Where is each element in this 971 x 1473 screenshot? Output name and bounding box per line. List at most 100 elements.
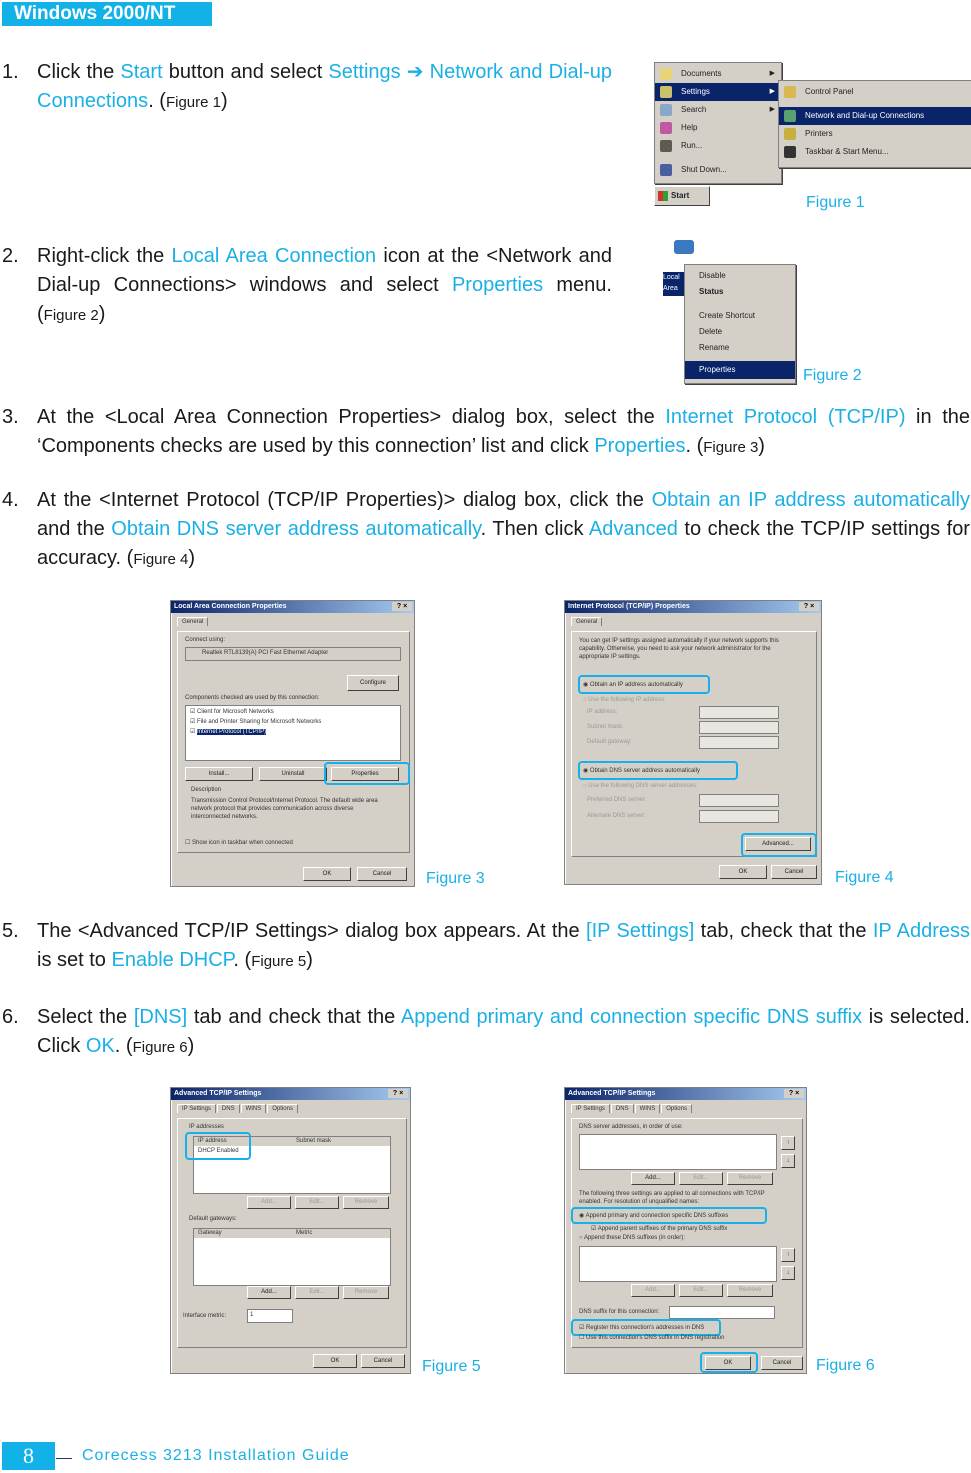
remove-dns-button[interactable]: Remove bbox=[727, 1172, 773, 1185]
windows-logo-icon bbox=[658, 191, 668, 201]
network-icon bbox=[784, 110, 796, 122]
start-button[interactable]: Start bbox=[654, 186, 710, 206]
preferred-dns-field[interactable] bbox=[699, 794, 779, 807]
menu-item-rename[interactable]: Rename bbox=[685, 339, 795, 357]
tab-ip-settings[interactable]: IP Settings bbox=[571, 1104, 610, 1113]
help-close-icon[interactable]: ? × bbox=[784, 1089, 804, 1098]
menu-item-help[interactable]: Help bbox=[655, 119, 781, 137]
figure-2-label: Figure 2 bbox=[803, 367, 862, 384]
dialog-title-bar: Advanced TCP/IP Settings? × bbox=[565, 1088, 806, 1100]
tab-general[interactable]: General bbox=[177, 617, 209, 626]
ok-button[interactable]: OK bbox=[303, 867, 351, 881]
dns-suffix-list[interactable] bbox=[579, 1246, 777, 1282]
highlighted-term: Internet Protocol (TCP/IP) bbox=[665, 406, 906, 428]
dns-list-label: DNS server addresses, in order of use: bbox=[579, 1124, 683, 1130]
folder-icon bbox=[660, 68, 672, 80]
move-up-button[interactable]: ↑ bbox=[781, 1136, 795, 1150]
tab-ip-settings[interactable]: IP Settings bbox=[177, 1104, 216, 1113]
step-text: Select the [DNS] tab and check that the … bbox=[37, 1003, 970, 1062]
edit-suffix-button[interactable]: Edit... bbox=[679, 1284, 723, 1297]
dns-suffix-field[interactable] bbox=[669, 1306, 775, 1319]
highlighted-term: Properties bbox=[451, 274, 544, 296]
edit-gateway-button[interactable]: Edit... bbox=[295, 1286, 339, 1299]
alternate-dns-field[interactable] bbox=[699, 810, 779, 823]
remove-ip-button[interactable]: Remove bbox=[343, 1196, 389, 1209]
gateway-field[interactable] bbox=[699, 736, 779, 749]
description-label: Description bbox=[191, 787, 222, 793]
move-up-suffix-button[interactable]: ↑ bbox=[781, 1248, 795, 1262]
use-dns-radio[interactable]: ○ Use the following DNS server addresses… bbox=[583, 783, 698, 789]
edit-ip-button[interactable]: Edit... bbox=[295, 1196, 339, 1209]
gateway-label: Default gateway: bbox=[587, 739, 632, 745]
highlighted-term: IP Address bbox=[872, 920, 970, 942]
menu-item-printers[interactable]: Printers bbox=[779, 125, 971, 143]
tab-wins[interactable]: WINS bbox=[634, 1104, 661, 1113]
add-dns-button[interactable]: Add... bbox=[631, 1172, 675, 1185]
dialog-title-bar: Advanced TCP/IP Settings? × bbox=[171, 1088, 410, 1100]
append-parent-checkbox[interactable]: ☑ Append parent suffixes of the primary … bbox=[591, 1225, 727, 1232]
local-area-connection-label[interactable]: Local Area Connection bbox=[663, 272, 685, 296]
edit-dns-button[interactable]: Edit... bbox=[679, 1172, 723, 1185]
components-list[interactable]: ☑ Client for Microsoft Networks ☑ File a… bbox=[185, 705, 401, 761]
menu-item-run[interactable]: Run... bbox=[655, 137, 781, 155]
help-close-icon[interactable]: ? × bbox=[392, 602, 412, 611]
install-button[interactable]: Install... bbox=[185, 767, 253, 781]
cancel-button[interactable]: Cancel bbox=[361, 1354, 405, 1368]
tab-wins[interactable]: WINS bbox=[240, 1104, 267, 1113]
shutdown-icon bbox=[660, 164, 672, 176]
ok-button[interactable]: OK bbox=[719, 865, 767, 879]
menu-item-taskbar[interactable]: Taskbar & Start Menu... bbox=[779, 143, 971, 161]
help-close-icon[interactable]: ? × bbox=[799, 602, 819, 611]
use-suffix-checkbox[interactable]: ☐ Use this connection's DNS suffix in DN… bbox=[579, 1334, 724, 1341]
component-item-selected[interactable]: ☑ Internet Protocol (TCP/IP) bbox=[190, 728, 267, 735]
add-suffix-button[interactable]: Add... bbox=[631, 1284, 675, 1297]
cancel-button[interactable]: Cancel bbox=[357, 867, 407, 881]
add-gateway-button[interactable]: Add... bbox=[247, 1286, 291, 1299]
figure-2: Local Area Connection Disable Status Cre… bbox=[660, 236, 800, 386]
step-text-segment: Select the bbox=[37, 1006, 134, 1028]
subnet-mask-field[interactable] bbox=[699, 721, 779, 734]
tab-options[interactable]: Options bbox=[661, 1104, 692, 1113]
highlighted-term: Enable DHCP bbox=[111, 949, 234, 971]
search-icon bbox=[660, 104, 672, 116]
settings-submenu: Control Panel Network and Dial-up Connec… bbox=[778, 80, 971, 168]
show-icon-checkbox[interactable]: ☐ Show icon in taskbar when connected bbox=[185, 839, 293, 846]
add-ip-button[interactable]: Add... bbox=[247, 1196, 291, 1209]
help-close-icon[interactable]: ? × bbox=[388, 1089, 408, 1098]
ok-button[interactable]: OK bbox=[313, 1354, 357, 1368]
step-number: 6. bbox=[2, 1006, 19, 1028]
menu-item-network-connections[interactable]: Network and Dial-up Connections bbox=[779, 107, 971, 125]
step-text-segment: . ( bbox=[685, 435, 704, 457]
move-down-suffix-button[interactable]: ↓ bbox=[781, 1266, 795, 1280]
figure-4-label: Figure 4 bbox=[835, 869, 894, 886]
tab-general[interactable]: General bbox=[571, 617, 603, 626]
ip-address-field[interactable] bbox=[699, 706, 779, 719]
component-item[interactable]: ☑ File and Printer Sharing for Microsoft… bbox=[190, 718, 321, 725]
menu-item-status[interactable]: Status bbox=[685, 283, 795, 301]
step-text-segment: ) bbox=[221, 90, 228, 112]
step-text-segment: ) bbox=[187, 1035, 195, 1057]
component-item[interactable]: ☑ Client for Microsoft Networks bbox=[190, 708, 274, 715]
menu-item-search[interactable]: Search ▶ bbox=[655, 101, 781, 119]
network-connection-icon bbox=[674, 240, 694, 254]
menu-item-properties[interactable]: Properties bbox=[685, 361, 795, 379]
cancel-button[interactable]: Cancel bbox=[761, 1356, 803, 1370]
dns-server-list[interactable] bbox=[579, 1134, 777, 1170]
uninstall-button[interactable]: Uninstall bbox=[259, 767, 327, 781]
menu-item-documents[interactable]: Documents ▶ bbox=[655, 65, 781, 83]
tab-dns[interactable]: DNS bbox=[610, 1104, 634, 1113]
menu-item-control-panel[interactable]: Control Panel bbox=[779, 83, 971, 101]
configure-button[interactable]: Configure bbox=[347, 675, 399, 691]
move-down-button[interactable]: ↓ bbox=[781, 1154, 795, 1168]
menu-item-settings[interactable]: Settings ▶ bbox=[655, 83, 781, 101]
gateway-list[interactable]: Gateway Metric bbox=[193, 1228, 391, 1286]
remove-suffix-button[interactable]: Remove bbox=[727, 1284, 773, 1297]
use-ip-radio[interactable]: ○ Use the following IP address: bbox=[583, 697, 666, 703]
append-these-radio[interactable]: ○ Append these DNS suffixes (in order): bbox=[579, 1235, 685, 1241]
menu-item-shutdown[interactable]: Shut Down... bbox=[655, 161, 781, 179]
cancel-button[interactable]: Cancel bbox=[771, 865, 817, 879]
interface-metric-field[interactable]: 1 bbox=[247, 1309, 293, 1323]
remove-gateway-button[interactable]: Remove bbox=[343, 1286, 389, 1299]
tab-dns[interactable]: DNS bbox=[216, 1104, 240, 1113]
tab-options[interactable]: Options bbox=[267, 1104, 298, 1113]
